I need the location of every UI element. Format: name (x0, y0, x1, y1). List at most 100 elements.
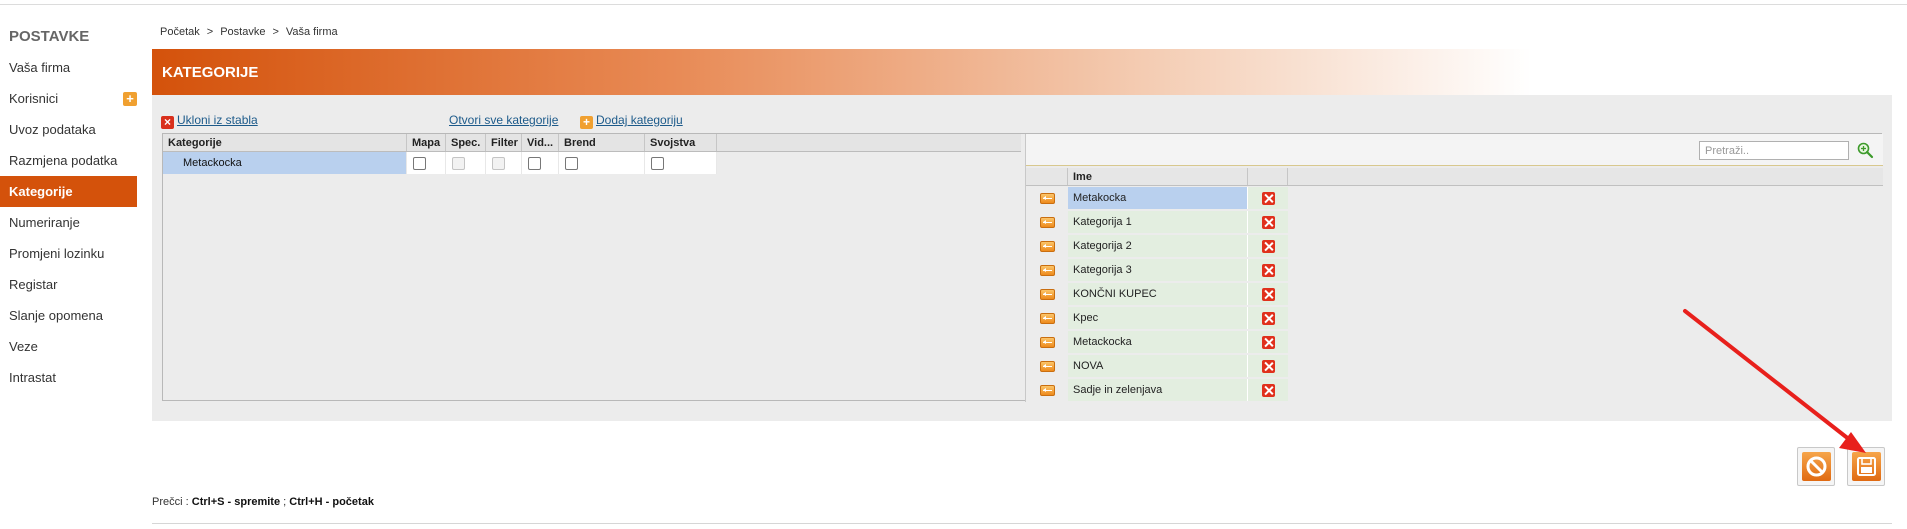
delete-icon[interactable] (1261, 335, 1275, 349)
delete-cell[interactable] (1248, 235, 1288, 257)
shortcut-home: Ctrl+H - početak (289, 496, 374, 508)
sidebar-item-uvoz-podataka[interactable]: Uvoz podataka (0, 114, 137, 145)
move-left-icon[interactable] (1026, 187, 1068, 210)
bottom-divider (152, 523, 1892, 524)
list-item[interactable]: NOVA (1026, 354, 1883, 378)
breadcrumb: Početak > Postavke > Vaša firma (160, 26, 338, 38)
sidebar-item-korisnici[interactable]: Korisnici + (0, 83, 137, 114)
right-header: Ime (1026, 168, 1883, 186)
category-editor: Kategorije Mapa Spec. Filter Vid... Bren… (162, 133, 1883, 402)
sidebar-item-promjeni-lozinku[interactable]: Promjeni lozinku (0, 238, 137, 269)
move-left-icon[interactable] (1026, 259, 1068, 282)
column-header-vid[interactable]: Vid... (522, 134, 559, 151)
column-header-kategorije[interactable]: Kategorije (163, 134, 407, 151)
column-header-filter[interactable]: Filter (486, 134, 522, 151)
move-left-icon[interactable] (1026, 379, 1068, 402)
delete-icon[interactable] (1261, 359, 1275, 373)
mapa-cell (407, 152, 446, 174)
move-left-icon[interactable] (1026, 355, 1068, 378)
category-tree-grid: Kategorije Mapa Spec. Filter Vid... Bren… (163, 134, 1021, 176)
sidebar-item-slanje-opomena[interactable]: Slanje opomena (0, 300, 137, 331)
tree-node-label[interactable]: Metackocka (163, 152, 407, 174)
svojstva-checkbox[interactable] (651, 156, 664, 170)
column-header-filler (1288, 168, 1883, 185)
category-name[interactable]: Kpec (1068, 307, 1248, 329)
available-categories-grid: Ime Metakocka Kategorija 1 Kategorija (1025, 134, 1883, 402)
category-name[interactable]: NOVA (1068, 355, 1248, 377)
sidebar: POSTAVKE Vaša firma Korisnici + Uvoz pod… (0, 28, 137, 393)
list-item[interactable]: Kategorija 3 (1026, 258, 1883, 282)
category-name[interactable]: KONČNI KUPEC (1068, 283, 1248, 305)
breadcrumb-separator: > (206, 26, 214, 38)
brend-checkbox[interactable] (565, 156, 578, 170)
list-item[interactable]: Sadje in zelenjava (1026, 378, 1883, 402)
delete-icon[interactable] (1261, 239, 1275, 253)
delete-icon[interactable] (1261, 215, 1275, 229)
column-header-svojstva[interactable]: Svojstva (645, 134, 717, 151)
add-user-icon[interactable]: + (123, 92, 137, 106)
list-item[interactable]: Kpec (1026, 306, 1883, 330)
svojstva-cell (645, 152, 717, 174)
category-name[interactable]: Kategorija 2 (1068, 235, 1248, 257)
mapa-checkbox[interactable] (413, 156, 426, 170)
remove-from-tree-label: Ukloni iz stabla (177, 113, 258, 127)
search-input[interactable] (1699, 141, 1849, 160)
move-left-icon[interactable] (1026, 331, 1068, 354)
list-item[interactable]: KONČNI KUPEC (1026, 282, 1883, 306)
delete-cell[interactable] (1248, 187, 1288, 209)
sidebar-item-label: Korisnici (9, 91, 59, 106)
list-item[interactable]: Kategorija 2 (1026, 234, 1883, 258)
delete-cell[interactable] (1248, 259, 1288, 281)
spec-cell (446, 152, 486, 174)
move-left-icon[interactable] (1026, 307, 1068, 330)
column-header-ime[interactable]: Ime (1068, 168, 1248, 185)
list-item[interactable]: Metackocka (1026, 330, 1883, 354)
tree-row[interactable]: Metackocka (163, 152, 1021, 174)
column-header-brend[interactable]: Brend (559, 134, 645, 151)
category-name[interactable]: Sadje in zelenjava (1068, 379, 1248, 401)
filter-checkbox (492, 156, 505, 170)
save-icon (1856, 457, 1876, 476)
category-name[interactable]: Metackocka (1068, 331, 1248, 353)
breadcrumb-item-pocetak[interactable]: Početak (160, 26, 200, 38)
delete-icon[interactable] (1261, 287, 1275, 301)
delete-cell[interactable] (1248, 283, 1288, 305)
list-item[interactable]: Metakocka (1026, 186, 1883, 210)
list-item[interactable]: Kategorija 1 (1026, 210, 1883, 234)
sidebar-item-vasa-firma[interactable]: Vaša firma (0, 52, 137, 83)
delete-icon[interactable] (1261, 311, 1275, 325)
delete-icon[interactable] (1261, 191, 1275, 205)
filter-cell (486, 152, 522, 174)
column-header-spec[interactable]: Spec. (446, 134, 486, 151)
delete-cell[interactable] (1248, 211, 1288, 233)
sidebar-item-kategorije[interactable]: Kategorije (0, 176, 137, 207)
delete-cell[interactable] (1248, 331, 1288, 353)
delete-cell[interactable] (1248, 379, 1288, 401)
sidebar-item-numeriranje[interactable]: Numeriranje (0, 207, 137, 238)
move-left-icon[interactable] (1026, 211, 1068, 234)
move-left-icon[interactable] (1026, 283, 1068, 306)
delete-cell[interactable] (1248, 307, 1288, 329)
category-name[interactable]: Kategorija 1 (1068, 211, 1248, 233)
delete-icon[interactable] (1261, 263, 1275, 277)
delete-cell[interactable] (1248, 355, 1288, 377)
vid-checkbox[interactable] (528, 156, 541, 170)
sidebar-item-intrastat[interactable]: Intrastat (0, 362, 137, 393)
sidebar-item-veze[interactable]: Veze (0, 331, 137, 362)
open-all-categories-link[interactable]: Otvori sve kategorije (449, 113, 558, 127)
breadcrumb-item-vasa-firma[interactable]: Vaša firma (286, 26, 338, 38)
category-name[interactable]: Kategorija 3 (1068, 259, 1248, 281)
sidebar-item-razmjena-podatka[interactable]: Razmjena podatka (0, 145, 137, 176)
column-header-mapa[interactable]: Mapa (407, 134, 446, 151)
search-icon[interactable] (1856, 141, 1874, 159)
shortcut-save: Ctrl+S - spremite (191, 496, 281, 508)
remove-from-tree-link[interactable]: × Ukloni iz stabla (161, 113, 258, 129)
sidebar-item-registar[interactable]: Registar (0, 269, 137, 300)
add-category-link[interactable]: + Dodaj kategoriju (580, 113, 683, 129)
save-button[interactable] (1847, 447, 1885, 486)
move-left-icon[interactable] (1026, 235, 1068, 258)
breadcrumb-item-postavke[interactable]: Postavke (220, 26, 265, 38)
category-name[interactable]: Metakocka (1068, 187, 1248, 209)
cancel-button[interactable] (1797, 447, 1835, 486)
delete-icon[interactable] (1261, 383, 1275, 397)
